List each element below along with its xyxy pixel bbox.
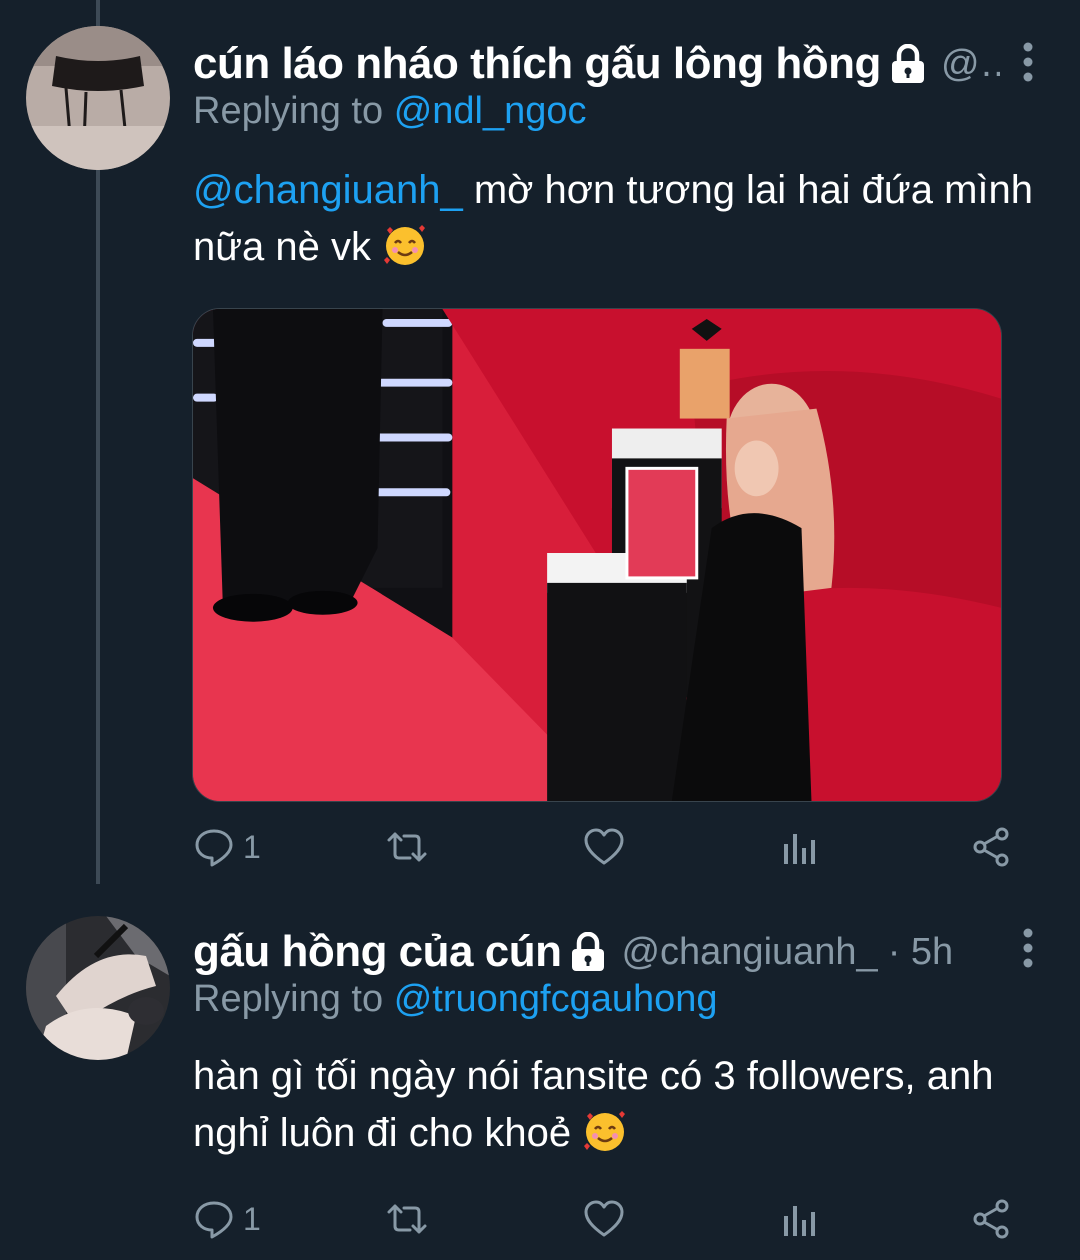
share-button[interactable]: [971, 822, 1013, 872]
more-icon[interactable]: [1020, 928, 1036, 968]
share-icon: [973, 827, 1009, 867]
retweet-button[interactable]: [386, 1194, 428, 1244]
reply-count: 1: [243, 1200, 261, 1237]
share-icon: [973, 1199, 1009, 1239]
analytics-icon: [784, 1206, 815, 1236]
like-icon: [584, 828, 624, 865]
reply-button[interactable]: 1: [193, 822, 261, 872]
reply-to-mention[interactable]: @truongfcgauhong: [394, 978, 718, 1020]
lock-icon: [891, 44, 924, 83]
reply-to-mention[interactable]: @ndl_ngoc: [394, 90, 587, 132]
reply-prefix: Replying to: [193, 90, 384, 132]
reply-count: 1: [243, 828, 261, 865]
tweet-text: @changiuanh_ mờ hơn tương lai hai đứa mì…: [193, 162, 1033, 276]
like-button[interactable]: [583, 1194, 625, 1244]
tweet[interactable]: gấu hồng của cún @changiuanh_ · 5h Reply…: [0, 900, 1080, 1260]
tweet-actions: 1: [193, 822, 1023, 872]
replying-to: Replying to @ndl_ngoc: [193, 90, 587, 133]
display-name[interactable]: gấu hồng của cún: [193, 927, 562, 977]
lock-icon: [572, 932, 605, 971]
retweet-icon: [387, 1204, 427, 1234]
reply-icon: [195, 829, 233, 867]
avatar[interactable]: [26, 26, 170, 170]
analytics-button[interactable]: [778, 822, 820, 872]
avatar[interactable]: [26, 916, 170, 1060]
analytics-button[interactable]: [778, 1194, 820, 1244]
smiling-face-with-hearts-icon: [384, 225, 426, 265]
tweet-header: cún láo nháo thích gấu lông hồng @t...: [193, 36, 1000, 92]
replying-to: Replying to @truongfcgauhong: [193, 978, 718, 1021]
tweet-header: gấu hồng của cún @changiuanh_ · 5h: [193, 924, 1000, 980]
timestamp[interactable]: · 5h: [888, 931, 953, 974]
reply-icon: [195, 1201, 233, 1239]
tweet-text: hàn gì tối ngày nói fansite có 3 followe…: [193, 1048, 1013, 1162]
tweet-photo[interactable]: [192, 308, 1002, 802]
handle[interactable]: @t...: [941, 43, 1000, 86]
text-mention[interactable]: @changiuanh_: [193, 168, 463, 212]
like-icon: [584, 1200, 624, 1237]
retweet-icon: [387, 832, 427, 862]
twitter-thread: cún láo nháo thích gấu lông hồng @t... R…: [0, 0, 1080, 1260]
handle[interactable]: @changiuanh_: [621, 931, 877, 974]
retweet-button[interactable]: [386, 822, 428, 872]
tweet[interactable]: cún láo nháo thích gấu lông hồng @t... R…: [0, 0, 1080, 900]
analytics-icon: [784, 834, 815, 864]
more-icon[interactable]: [1020, 42, 1036, 82]
reply-button[interactable]: 1: [193, 1194, 261, 1244]
share-button[interactable]: [971, 1194, 1013, 1244]
tweet-actions: 1: [193, 1194, 1023, 1244]
smiling-face-with-hearts-icon: [584, 1111, 626, 1151]
like-button[interactable]: [583, 822, 625, 872]
display-name[interactable]: cún láo nháo thích gấu lông hồng: [193, 39, 881, 89]
reply-prefix: Replying to: [193, 978, 384, 1020]
